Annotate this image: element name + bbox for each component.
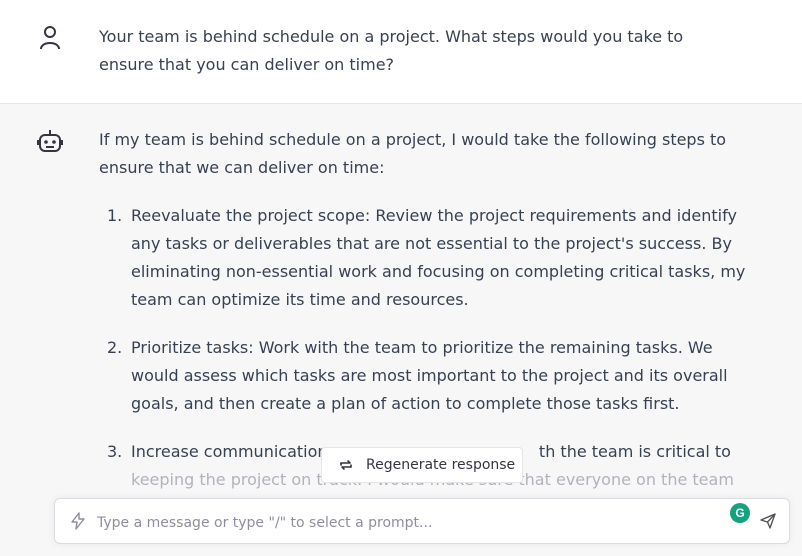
list-item: 1. Reevaluate the project scope: Review … [99,202,751,314]
send-icon[interactable] [759,512,777,534]
list-item: 2. Prioritize tasks: Work with the team … [99,334,751,418]
assistant-message-row: If my team is behind schedule on a proje… [0,104,802,556]
grammarly-icon[interactable]: G [730,503,750,523]
lightning-icon[interactable] [69,512,87,534]
regenerate-label: Regenerate response [366,457,516,473]
user-message-text: Your team is behind schedule on a projec… [99,27,684,74]
robot-icon [36,128,64,156]
refresh-icon [338,457,366,473]
list-item-number: 2. [107,338,123,357]
user-message-row: Your team is behind schedule on a projec… [0,0,802,104]
list-item-text-tail: th the team is critical to [538,442,731,461]
list-item-text: Prioritize tasks: Work with the team to … [131,338,728,413]
message-input-box [54,498,790,544]
list-item-number: 1. [107,206,123,225]
assistant-intro: If my team is behind schedule on a proje… [99,130,727,177]
person-icon [36,24,64,52]
list-item-number: 3. [107,442,123,461]
regenerate-button[interactable]: Regenerate response [321,447,523,483]
list-item-text: Increase communication: [131,442,333,461]
message-input[interactable] [95,511,699,535]
list-item-text: Reevaluate the project scope: Review the… [131,206,746,309]
